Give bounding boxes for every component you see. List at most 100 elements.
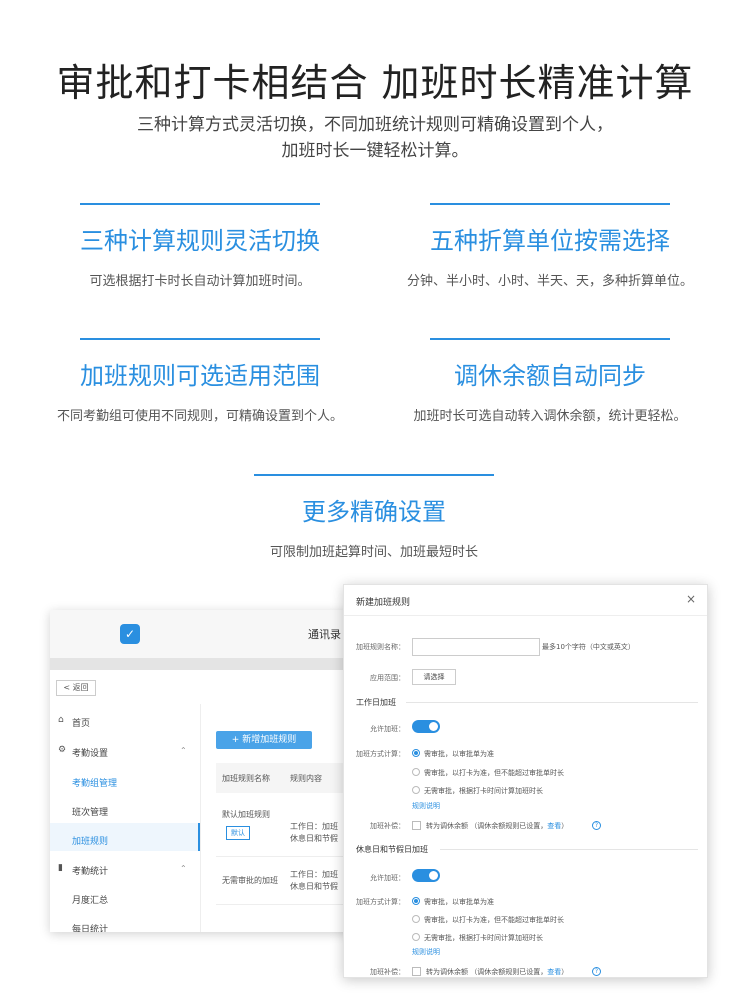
holiday-radio-punch[interactable] xyxy=(412,915,420,923)
help-icon[interactable]: ? xyxy=(592,967,601,976)
feature-divider xyxy=(430,338,670,340)
home-icon: ⌂ xyxy=(58,715,64,725)
holiday-option-approval: 需审批，以审批单为准 xyxy=(424,898,494,906)
compensation-checkbox[interactable] xyxy=(412,821,421,830)
feature-sync: 调休余额自动同步 加班时长可选自动转入调休余额，统计更轻松。 xyxy=(400,338,700,424)
feature-title: 三种计算规则灵活切换 xyxy=(80,227,320,255)
chevron-up-icon[interactable]: ⌃ xyxy=(180,746,187,755)
hero-subtitle-line1: 三种计算方式灵活切换，不同加班统计规则可精确设置到个人， xyxy=(137,115,613,135)
workday-section-title: 工作日加班 xyxy=(356,698,396,707)
back-button[interactable]: < 返回 xyxy=(56,680,96,696)
row1-content-1: 工作日：加班 xyxy=(290,822,338,831)
col-rule-name: 加班规则名称 xyxy=(222,774,270,783)
compensation-label: 加班补偿： xyxy=(370,822,405,830)
back-label: 返回 xyxy=(72,683,89,692)
compensation-note: （调休余额规则已设置， xyxy=(470,822,548,830)
col-rule-content: 规则内容 xyxy=(290,774,322,783)
row1-name[interactable]: 默认加班规则 xyxy=(222,809,270,821)
scope-label: 应用范围： xyxy=(370,674,405,682)
feature-units: 五种折算单位按需选择 分钟、半小时、小时、半天、天，多种折算单位。 xyxy=(400,203,700,289)
feature-desc: 可限制加班起算时间、加班最短时长 xyxy=(269,545,478,560)
chevron-up-icon[interactable]: ⌃ xyxy=(180,864,187,873)
toggle-knob xyxy=(429,871,438,880)
sidebar-item-daily[interactable]: 每日统计 xyxy=(72,922,108,932)
holiday-compensation-view-link[interactable]: 查看 xyxy=(547,968,561,976)
dialog-title-divider xyxy=(344,615,707,616)
method-option-approval: 需审批，以审批单为准 xyxy=(424,750,494,758)
sidebar-item-attendance-settings[interactable]: 考勤设置 xyxy=(72,746,108,759)
chart-icon: ▮ xyxy=(58,863,63,873)
toggle-knob xyxy=(429,722,438,731)
sidebar-item-monthly[interactable]: 月度汇总 xyxy=(72,893,108,906)
rule-name-input[interactable] xyxy=(412,638,540,656)
row2-content-1: 工作日：加班 xyxy=(290,870,338,879)
compensation-option: 转为调休余额 xyxy=(426,822,468,830)
feature-title: 调休余额自动同步 xyxy=(454,362,646,390)
holiday-compensation-checkbox[interactable] xyxy=(412,967,421,976)
name-hint: 最多10个字符（中文或英文） xyxy=(542,643,635,651)
add-rule-button[interactable]: + 新增加班规则 xyxy=(216,731,312,749)
new-rule-dialog: 新建加班规则 × 加班规则名称： 最多10个字符（中文或英文） 应用范围： 请选… xyxy=(343,584,708,978)
method-option-punch: 需审批，以打卡为准，但不能超过审批单时长 xyxy=(424,769,564,777)
feature-title: 更多精确设置 xyxy=(302,498,446,526)
app-logo-icon[interactable]: ✓ xyxy=(120,624,140,644)
feature-divider xyxy=(430,203,670,205)
method-option-no-approval: 无需审批，根据打卡时间计算加班时长 xyxy=(424,787,543,795)
section-divider xyxy=(440,849,698,850)
holiday-section-title: 休息日和节假日加班 xyxy=(356,845,428,854)
feature-divider xyxy=(254,474,494,476)
holiday-rule-desc-link[interactable]: 规则说明 xyxy=(412,947,440,957)
feature-calc-rules: 三种计算规则灵活切换 可选根据打卡时长自动计算加班时间。 xyxy=(50,203,350,289)
compensation-text: 转为调休余额 （调休余额规则已设置，查看） xyxy=(426,821,568,831)
rule-desc-link[interactable]: 规则说明 xyxy=(412,801,440,811)
feature-divider xyxy=(80,338,320,340)
sidebar-item-group-mgmt[interactable]: 考勤组管理 xyxy=(72,776,117,789)
hero-title: 审批和打卡相结合 加班时长精准计算 xyxy=(56,61,694,105)
sidebar-item-attendance-stats[interactable]: 考勤统计 xyxy=(72,864,108,877)
holiday-option-punch: 需审批，以打卡为准，但不能超过审批单时长 xyxy=(424,916,564,924)
feature-desc: 分钟、半小时、小时、半天、天，多种折算单位。 xyxy=(406,274,693,289)
scope-select-button[interactable]: 请选择 xyxy=(412,669,456,685)
nav-contacts[interactable]: 通讯录 xyxy=(308,626,341,642)
feature-more: 更多精确设置 可限制加班起算时间、加班最短时长 xyxy=(224,474,524,560)
feature-scope: 加班规则可选适用范围 不同考勤组可使用不同规则，可精确设置到个人。 xyxy=(50,338,350,424)
holiday-compensation-text: 转为调休余额 （调休余额规则已设置，查看） xyxy=(426,967,568,977)
holiday-radio-no-approval[interactable] xyxy=(412,933,420,941)
method-radio-no-approval[interactable] xyxy=(412,786,420,794)
name-label: 加班规则名称： xyxy=(356,643,405,651)
method-radio-approval[interactable] xyxy=(412,749,420,757)
hero-subtitle: 三种计算方式灵活切换，不同加班统计规则可精确设置到个人， 加班时长一键轻松计算。 xyxy=(0,112,750,164)
holiday-compensation-note-end: ） xyxy=(561,968,569,976)
feature-divider xyxy=(80,203,320,205)
row2-content-2: 休息日和节假 xyxy=(290,882,338,891)
holiday-compensation-label: 加班补偿： xyxy=(370,968,405,976)
feature-desc: 可选根据打卡时长自动计算加班时间。 xyxy=(89,274,311,289)
sidebar-item-shift-mgmt[interactable]: 班次管理 xyxy=(72,805,108,818)
feature-title: 加班规则可选适用范围 xyxy=(80,362,320,390)
row2-name[interactable]: 无需审批的加班 xyxy=(222,875,278,887)
feature-desc: 加班时长可选自动转入调休余额，统计更轻松。 xyxy=(413,409,687,424)
feature-desc: 不同考勤组可使用不同规则，可精确设置到个人。 xyxy=(56,409,343,424)
compensation-view-link[interactable]: 查看 xyxy=(547,822,561,830)
method-label: 加班方式计算： xyxy=(356,750,405,758)
settings-icon: ⚙ xyxy=(58,745,67,755)
default-badge: 默认 xyxy=(226,826,250,840)
holiday-allow-toggle[interactable] xyxy=(412,869,440,882)
holiday-radio-approval[interactable] xyxy=(412,897,420,905)
feature-title: 五种折算单位按需选择 xyxy=(430,227,670,255)
sidebar-item-overtime-rules[interactable]: 加班规则 xyxy=(72,834,108,847)
section-divider xyxy=(406,702,698,703)
close-icon[interactable]: × xyxy=(686,592,696,606)
allow-overtime-label: 允许加班： xyxy=(370,725,405,733)
help-icon[interactable]: ? xyxy=(592,821,601,830)
sidebar-item-home[interactable]: 首页 xyxy=(72,716,90,729)
allow-overtime-toggle[interactable] xyxy=(412,720,440,733)
holiday-option-no-approval: 无需审批，根据打卡时间计算加班时长 xyxy=(424,934,543,942)
holiday-method-label: 加班方式计算： xyxy=(356,898,405,906)
dialog-title: 新建加班规则 xyxy=(356,598,411,608)
holiday-compensation-option: 转为调休余额 xyxy=(426,968,468,976)
row1-content-2: 休息日和节假 xyxy=(290,834,338,843)
holiday-compensation-note: （调休余额规则已设置， xyxy=(470,968,548,976)
method-radio-punch[interactable] xyxy=(412,768,420,776)
holiday-allow-label: 允许加班： xyxy=(370,874,405,882)
